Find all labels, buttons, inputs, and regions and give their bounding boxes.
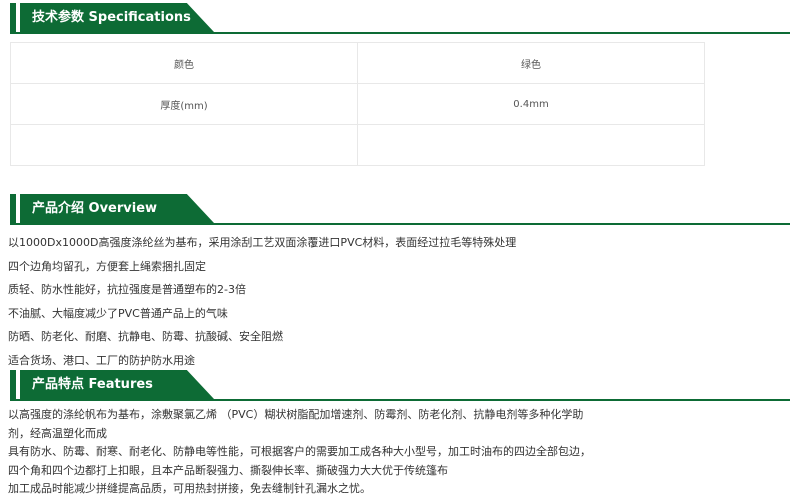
overview-text: 以1000Dx1000D高强度涤纶丝为基布，采用涂刮工艺双面涂覆进口PVC材料，…	[8, 231, 698, 372]
spec-value	[357, 124, 705, 166]
header-accent-bar	[10, 194, 16, 223]
overview-line: 适合货场、港口、工厂的防护防水用途	[8, 353, 195, 367]
header-underline	[10, 223, 790, 225]
specifications-title: 技术参数 Specifications	[32, 10, 191, 25]
header-accent-bar	[10, 370, 16, 399]
spec-value: 绿色	[357, 42, 705, 84]
features-line: 四个角和四个边都打上扣眼，且本产品断裂强力、撕裂伸长率、撕破强力大大优于传统篷布	[8, 463, 448, 477]
spec-label: 颜色	[10, 42, 358, 84]
overview-title: 产品介绍 Overview	[32, 201, 158, 216]
spec-value: 0.4mm	[357, 83, 705, 125]
table-row: 厚度(mm) 0.4mm	[10, 83, 705, 125]
table-row	[10, 124, 705, 166]
overview-line: 质轻、防水性能好，抗拉强度是普通塑布的2-3倍	[8, 283, 246, 296]
features-text: 以高强度的涤纶帆布为基布，涂敷聚氯乙烯 （PVC）糊状树脂配加增速剂、防霉剂、防…	[8, 406, 698, 499]
specifications-table: 颜色 绿色 厚度(mm) 0.4mm	[10, 42, 705, 166]
table-row: 颜色 绿色	[10, 42, 705, 84]
spec-label	[10, 124, 358, 166]
features-header: 产品特点 Features	[10, 370, 790, 401]
features-line: 具有防水、防霉、耐寒、耐老化、防静电等性能，可根据客户的需要加工成各种大小型号，…	[8, 445, 591, 458]
specifications-header: 技术参数 Specifications	[10, 3, 790, 34]
header-underline	[10, 399, 790, 401]
overview-line: 四个边角均留孔，方便套上绳索捆扎固定	[8, 259, 206, 273]
spec-label: 厚度(mm)	[10, 83, 358, 125]
header-underline	[10, 32, 790, 34]
header-accent-bar	[10, 3, 16, 32]
features-line: 剂，经高温塑化而成	[8, 426, 107, 440]
overview-header: 产品介绍 Overview	[10, 194, 790, 225]
features-line: 加工成品时能减少拼缝提高品质，可用热封拼接，免去缝制针孔漏水之忧。	[8, 482, 371, 495]
features-title: 产品特点 Features	[32, 377, 153, 392]
overview-line: 不油腻、大幅度减少了PVC普通产品上的气味	[8, 306, 228, 320]
features-line: 以高强度的涤纶帆布为基布，涂敷聚氯乙烯 （PVC）糊状树脂配加增速剂、防霉剂、防…	[8, 408, 584, 421]
overview-line: 以1000Dx1000D高强度涤纶丝为基布，采用涂刮工艺双面涂覆进口PVC材料，…	[8, 236, 517, 249]
overview-line: 防晒、防老化、耐磨、抗静电、防霉、抗酸碱、安全阻燃	[8, 330, 283, 343]
